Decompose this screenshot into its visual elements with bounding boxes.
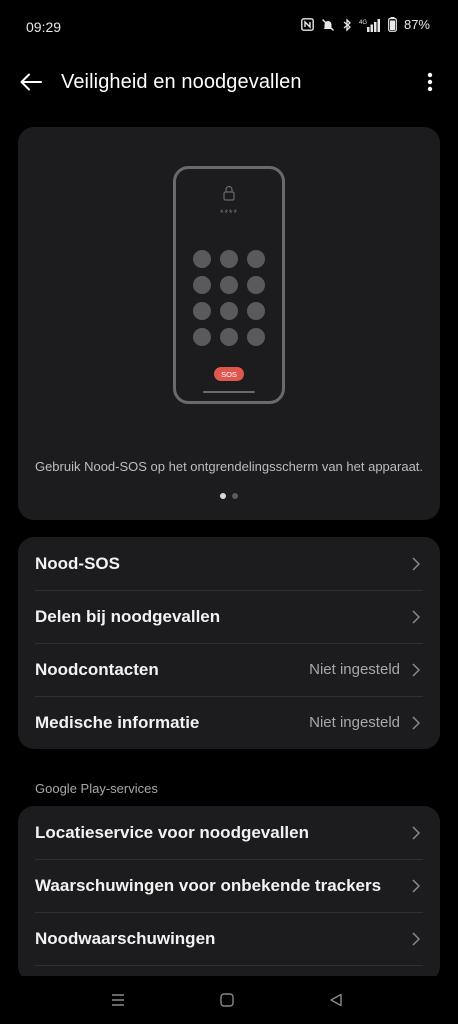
status-time: 09:29 <box>26 19 62 35</box>
recents-button[interactable] <box>106 990 130 1010</box>
keypad-key <box>220 250 238 268</box>
sos-label: SOS <box>221 370 237 379</box>
back-button[interactable] <box>14 65 48 99</box>
chevron-right-icon <box>410 825 422 841</box>
more-options-button[interactable] <box>418 65 442 99</box>
page-dot-active <box>220 493 226 499</box>
emergency-sos-intro-card: **** SOS Gebruik Nood-SOS op het ontgren… <box>18 127 440 520</box>
google-services-list: Locatieservice voor noodgevallen Waarsch… <box>18 806 440 982</box>
list-item-label: Noodcontacten <box>35 659 159 679</box>
list-item-status: Niet ingesteld <box>309 714 400 731</box>
list-item-status: Niet ingesteld <box>309 661 400 678</box>
list-item-medische-informatie[interactable]: Medische informatie Niet ingesteld <box>18 696 440 749</box>
app-bar: Veiligheid en noodgevallen <box>0 60 458 106</box>
keypad-key <box>220 276 238 294</box>
keypad-key <box>247 250 265 268</box>
keypad-key <box>247 302 265 320</box>
page-dot <box>232 493 238 499</box>
square-icon <box>220 993 234 1007</box>
chevron-right-icon <box>410 931 422 947</box>
back-nav-button[interactable] <box>324 990 348 1010</box>
chevron-right-icon <box>410 609 422 625</box>
menu-icon <box>112 994 124 1006</box>
keypad-key <box>193 276 211 294</box>
status-bar: 09:29 4G 87% <box>0 0 458 56</box>
home-button[interactable] <box>215 990 239 1010</box>
chevron-right-icon <box>410 878 422 894</box>
list-item-tracker-waarschuwingen[interactable]: Waarschuwingen voor onbekende trackers <box>18 859 440 912</box>
keypad <box>193 250 265 346</box>
battery-icon <box>388 17 397 32</box>
list-item-noodwaarschuwingen[interactable]: Noodwaarschuwingen <box>18 912 440 965</box>
system-navigation-bar <box>0 976 458 1024</box>
keypad-key <box>193 328 211 346</box>
status-icons: 4G 87% <box>301 17 430 32</box>
phone-illustration: **** SOS <box>173 166 285 404</box>
list-item-label: Noodwaarschuwingen <box>35 928 216 948</box>
list-item-label: Medische informatie <box>35 712 200 732</box>
list-item-label: Locatieservice voor noodgevallen <box>35 822 309 842</box>
network-type-label: 4G <box>359 20 367 26</box>
lock-icon <box>223 185 235 201</box>
keypad-key <box>193 302 211 320</box>
more-vert-icon <box>427 72 433 92</box>
arrow-left-icon <box>20 73 42 91</box>
home-indicator <box>203 391 255 393</box>
nfc-icon <box>301 18 314 31</box>
list-item-delen-bij-noodgevallen[interactable]: Delen bij noodgevallen <box>18 590 440 643</box>
hero-caption: Gebruik Nood-SOS op het ontgrendelingssc… <box>34 459 424 474</box>
emergency-settings-list: Nood-SOS Delen bij noodgevallen Noodcont… <box>18 537 440 749</box>
list-item-locatieservice[interactable]: Locatieservice voor noodgevallen <box>18 806 440 859</box>
keypad-key <box>247 276 265 294</box>
bell-off-icon <box>321 18 335 32</box>
keypad-key <box>193 250 211 268</box>
section-header-google-play-services: Google Play-services <box>35 781 158 796</box>
triangle-back-icon <box>330 993 342 1007</box>
battery-percent: 87% <box>403 17 430 32</box>
lock-hint: **** <box>220 208 238 218</box>
chevron-right-icon <box>410 662 422 678</box>
list-item-label: Nood-SOS <box>35 553 120 573</box>
page-title: Veiligheid en noodgevallen <box>61 71 302 93</box>
bluetooth-icon <box>342 17 352 32</box>
signal-icon: 4G <box>359 18 381 32</box>
chevron-right-icon <box>410 556 422 572</box>
chevron-right-icon <box>410 715 422 731</box>
list-item-label: Delen bij noodgevallen <box>35 606 221 626</box>
keypad-key <box>247 328 265 346</box>
list-item-nood-sos[interactable]: Nood-SOS <box>18 537 440 590</box>
page-indicator <box>18 493 440 499</box>
keypad-key <box>220 328 238 346</box>
keypad-key <box>220 302 238 320</box>
list-item-label: Waarschuwingen voor onbekende trackers <box>35 875 382 895</box>
list-item-noodcontacten[interactable]: Noodcontacten Niet ingesteld <box>18 643 440 696</box>
